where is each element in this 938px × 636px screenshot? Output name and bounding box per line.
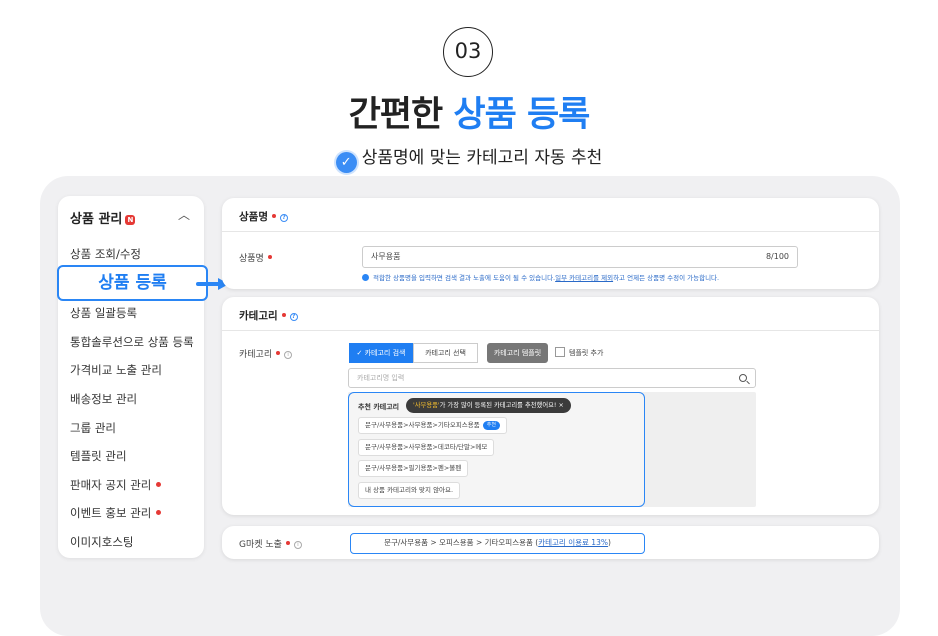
category-search-input[interactable]: 카테고리명 입력: [348, 368, 756, 388]
not-matching-chip[interactable]: 내 상품 카테고리와 맞지 않아요.: [358, 482, 461, 499]
category-header-label: 카테고리: [239, 310, 278, 322]
product-name-helper: 적합한 상품명을 입력하면 검색 결과 노출에 도움이 될 수 있습니다.일부 …: [362, 272, 719, 282]
sidebar-item-image-hosting[interactable]: 이미지호스팅: [70, 534, 133, 550]
tab-category-search[interactable]: ✓ 카테고리 검색: [349, 343, 413, 363]
sidebar-item-event[interactable]: 이벤트 홍보 관리: [70, 505, 162, 521]
product-name-card: 상품명? 상품명 사무용품 8/100 적합한 상품명을 입력하면 검색 결과 노…: [222, 198, 879, 289]
info-icon[interactable]: i: [293, 541, 302, 549]
product-name-value: 사무용품: [371, 252, 401, 261]
recommended-category-box: 추천 카테고리 '사무용품'가 가장 많이 등록된 카테고리를 추천했어요! ×…: [348, 392, 645, 507]
required-dot: [271, 214, 276, 218]
product-name-input[interactable]: 사무용품 8/100: [362, 246, 798, 268]
category-search-placeholder: 카테고리명 입력: [357, 374, 405, 382]
helper-suffix: 하고 언제든 상품명 수정이 가능합니다.: [613, 274, 720, 282]
sidebar-item-price-compare[interactable]: 가격비교 노출 관리: [70, 362, 162, 378]
sidebar-item-template[interactable]: 템플릿 관리: [70, 448, 127, 464]
category-template-button[interactable]: 카테고리 템플릿: [487, 343, 548, 363]
sidebar-item-product-register[interactable]: 상품 등록: [57, 265, 208, 301]
category-header: 카테고리?: [239, 308, 298, 323]
product-name-label: 상품명: [239, 251, 272, 264]
recommended-chip[interactable]: 문구/사무용품>사무용품>데코타/단말>메모: [358, 439, 495, 456]
hero-title: 간편한 상품 등록: [0, 86, 938, 137]
new-badge: N: [125, 215, 136, 225]
gmarket-label-text: G마켓 노출: [239, 540, 282, 550]
recommended-chip-label: 문구/사무용품>사무용품>기타오피스용품: [365, 421, 480, 429]
recommend-tag: 추천: [482, 421, 500, 430]
sidebar-item-product-search[interactable]: 상품 조회/수정: [70, 246, 141, 262]
sidebar-title[interactable]: 상품 관리 N: [70, 208, 136, 227]
required-dot: [276, 351, 281, 355]
template-add-checkbox[interactable]: [555, 347, 565, 357]
sidebar-item-event-label: 이벤트 홍보 관리: [70, 506, 152, 520]
helper-prefix: 적합한 상품명을 입력하면 검색 결과 노출에 도움이 될 수 있습니다.: [373, 274, 556, 282]
recommended-chip[interactable]: 문구/사무용품>필기용품>펜>볼펜: [358, 460, 469, 477]
info-dot-icon: [362, 274, 369, 281]
template-add-label: 템플릿 추가: [569, 349, 604, 357]
tooltip-text: 가 가장 많이 등록된 카테고리를 추천했어요!: [439, 402, 557, 409]
sidebar: 상품 관리 N ︿ 상품 조회/수정 상품 일괄등록 통합솔루션으로 상품 등록 …: [58, 196, 204, 558]
step-number: 03: [443, 27, 493, 77]
recommended-chip[interactable]: 문구/사무용품>사무용품>기타오피스용품 추천: [358, 417, 507, 434]
gmarket-category-path: 문구/사무용품 > 오피스용품 > 기타오피스용품 (카테고리 이용료 13%): [350, 533, 645, 554]
category-fee-link[interactable]: 카테고리 이용료 13%: [538, 538, 608, 547]
gmarket-path-text: 문구/사무용품 > 오피스용품 > 기타오피스용품: [384, 538, 533, 547]
info-icon[interactable]: ?: [289, 313, 298, 321]
tooltip-keyword: '사무용품': [413, 402, 440, 409]
char-count: 8/100: [765, 252, 789, 261]
sidebar-item-shipping[interactable]: 배송정보 관리: [70, 391, 137, 407]
close-icon[interactable]: ×: [558, 402, 563, 409]
hero-subtitle-row: ✓ 상품명에 맞는 카테고리 자동 추천: [0, 143, 938, 173]
sidebar-item-notice[interactable]: 판매자 공지 관리: [70, 477, 162, 493]
divider: [222, 231, 879, 232]
tab-category-select[interactable]: 카테고리 선택: [413, 343, 478, 363]
helper-link[interactable]: 일부 카테고리를 제외: [555, 274, 613, 282]
required-dot: [285, 541, 290, 545]
chevron-up-icon[interactable]: ︿: [178, 206, 190, 223]
required-dot: [267, 255, 272, 259]
product-name-header: 상품명?: [239, 209, 288, 224]
product-name-header-label: 상품명: [239, 211, 268, 223]
category-label-text: 카테고리: [239, 350, 273, 360]
sidebar-item-solution-register[interactable]: 통합솔루션으로 상품 등록: [70, 334, 194, 350]
product-name-label-text: 상품명: [239, 254, 264, 264]
info-icon[interactable]: i: [284, 351, 293, 359]
hero-title-highlight: 상품 등록: [453, 95, 590, 135]
sidebar-title-label: 상품 관리: [70, 212, 123, 227]
hero-subtitle: 상품명에 맞는 카테고리 자동 추천: [361, 148, 603, 168]
required-dot: [281, 313, 286, 317]
hero-title-part1: 간편한: [348, 95, 454, 135]
gmarket-label: G마켓 노출 i: [239, 537, 302, 550]
divider: [222, 330, 879, 331]
search-icon[interactable]: [739, 374, 747, 382]
red-dot-icon: [156, 510, 162, 515]
recommend-tooltip: '사무용품'가 가장 많이 등록된 카테고리를 추천했어요! ×: [406, 398, 571, 413]
info-icon[interactable]: ?: [279, 214, 288, 222]
check-circle-icon: ✓: [335, 152, 357, 173]
sidebar-item-group[interactable]: 그룹 관리: [70, 420, 116, 436]
sidebar-item-bulk-register[interactable]: 상품 일괄등록: [70, 305, 137, 321]
category-label: 카테고리 i: [239, 347, 293, 360]
red-dot-icon: [156, 482, 162, 487]
sidebar-item-notice-label: 판매자 공지 관리: [70, 478, 152, 492]
recommended-title: 추천 카테고리: [358, 403, 400, 411]
